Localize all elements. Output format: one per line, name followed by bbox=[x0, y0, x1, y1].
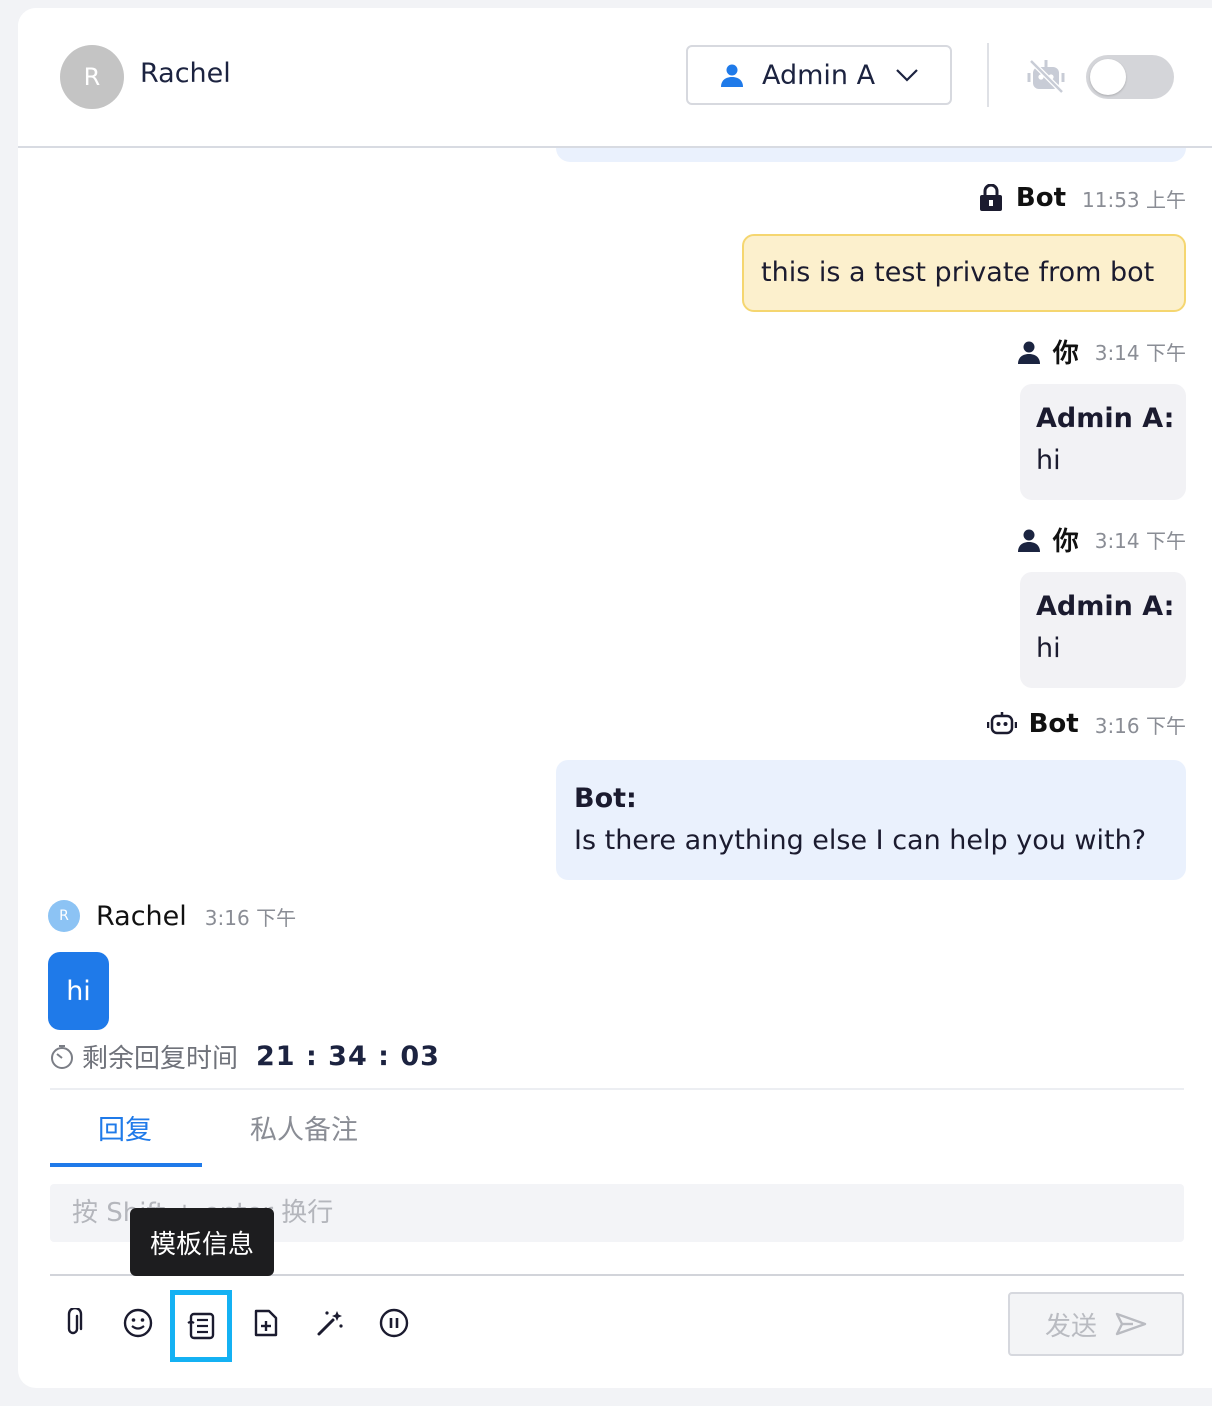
reply-timer-label: 剩余回复时间 bbox=[82, 1044, 239, 1074]
add-file-button[interactable] bbox=[243, 1300, 289, 1346]
bot-toggle[interactable] bbox=[1086, 55, 1174, 99]
private-message-bubble: this is a test private from bot bbox=[742, 234, 1186, 312]
send-button[interactable]: 发送 bbox=[1008, 1292, 1184, 1356]
message-time: 3:14 下午 bbox=[1094, 529, 1186, 553]
send-label: 发送 bbox=[1044, 1311, 1097, 1342]
message-sender: Admin A: bbox=[1036, 403, 1175, 434]
pause-button[interactable] bbox=[371, 1300, 417, 1346]
message-author: Bot bbox=[1015, 183, 1066, 213]
avatar: R bbox=[60, 45, 124, 109]
tab-private-note[interactable]: 私人备注 bbox=[250, 1108, 358, 1147]
assignee-dropdown[interactable]: Admin A bbox=[686, 45, 952, 105]
message-text: hi bbox=[66, 975, 91, 1007]
chat-panel: Bot 11:53 上午 this is a test private from… bbox=[18, 8, 1212, 1388]
message-author: Rachel bbox=[96, 900, 187, 932]
message-time: 11:53 上午 bbox=[1082, 187, 1186, 212]
send-icon bbox=[1115, 1312, 1147, 1336]
message-author: 你 bbox=[1052, 527, 1079, 557]
paperclip-icon bbox=[67, 1308, 83, 1335]
ai-assist-button[interactable] bbox=[307, 1300, 353, 1346]
message-sender: Bot: bbox=[574, 783, 637, 814]
message-text: hi bbox=[1036, 633, 1061, 664]
chevron-down-icon bbox=[896, 69, 918, 82]
message-meta-private: Bot 11:53 上午 bbox=[978, 183, 1186, 213]
divider bbox=[50, 1088, 1184, 1090]
bot-message-bubble: Bot: Is there anything else I can help y… bbox=[556, 760, 1186, 880]
message-author: Bot bbox=[1028, 709, 1079, 739]
message-sender: Admin A: bbox=[1036, 591, 1175, 622]
active-tab-indicator bbox=[50, 1163, 202, 1167]
toggle-knob bbox=[1090, 59, 1126, 95]
contact-name: Rachel bbox=[140, 58, 231, 89]
admin-message-bubble: Admin A: hi bbox=[1020, 384, 1186, 500]
tab-reply[interactable]: 回复 bbox=[98, 1108, 152, 1147]
lock-icon bbox=[979, 184, 1002, 211]
message-time: 3:16 下午 bbox=[204, 905, 297, 930]
pause-icon bbox=[379, 1308, 409, 1338]
message-time: 3:14 下午 bbox=[1094, 341, 1186, 365]
user-icon bbox=[1017, 341, 1040, 364]
bot-icon bbox=[986, 712, 1017, 735]
message-text: hi bbox=[1036, 445, 1061, 476]
reply-timer: 剩余回复时间 21 : 34 : 03 bbox=[50, 1038, 440, 1075]
message-meta-bot: Bot 3:16 下午 bbox=[986, 709, 1186, 739]
reply-timer-countdown: 21 : 34 : 03 bbox=[256, 1041, 440, 1072]
message-author: 你 bbox=[1052, 339, 1079, 369]
emoji-button[interactable] bbox=[115, 1300, 161, 1346]
stopwatch-icon bbox=[51, 1044, 73, 1069]
assignee-name: Admin A bbox=[762, 59, 876, 91]
template-button[interactable] bbox=[170, 1290, 232, 1362]
user-icon bbox=[721, 64, 743, 87]
message-list[interactable]: Bot 11:53 上午 this is a test private from… bbox=[18, 8, 1212, 1090]
message-meta-admin-2: 你 3:14 下午 bbox=[1017, 521, 1186, 558]
divider bbox=[987, 43, 989, 107]
message-time: 3:16 下午 bbox=[1094, 713, 1186, 738]
message-meta-user: R Rachel 3:16 下午 bbox=[48, 900, 296, 932]
magic-wand-icon bbox=[317, 1311, 343, 1336]
add-file-icon bbox=[254, 1309, 278, 1337]
message-meta-admin-1: 你 3:14 下午 bbox=[1017, 333, 1186, 370]
template-icon bbox=[187, 1312, 215, 1340]
user-icon bbox=[1017, 529, 1040, 552]
tooltip: 模板信息 bbox=[130, 1208, 274, 1276]
admin-message-bubble: Admin A: hi bbox=[1020, 572, 1186, 688]
attach-button[interactable] bbox=[50, 1300, 96, 1346]
message-text: this is a test private from bot bbox=[761, 257, 1155, 288]
bot-disabled-icon bbox=[1027, 59, 1065, 94]
avatar: R bbox=[48, 900, 80, 932]
user-message-bubble: hi bbox=[48, 952, 109, 1030]
emoji-icon bbox=[123, 1308, 153, 1338]
chat-header: R Rachel Admin A bbox=[18, 8, 1212, 148]
message-text: Is there anything else I can help you wi… bbox=[574, 825, 1147, 856]
